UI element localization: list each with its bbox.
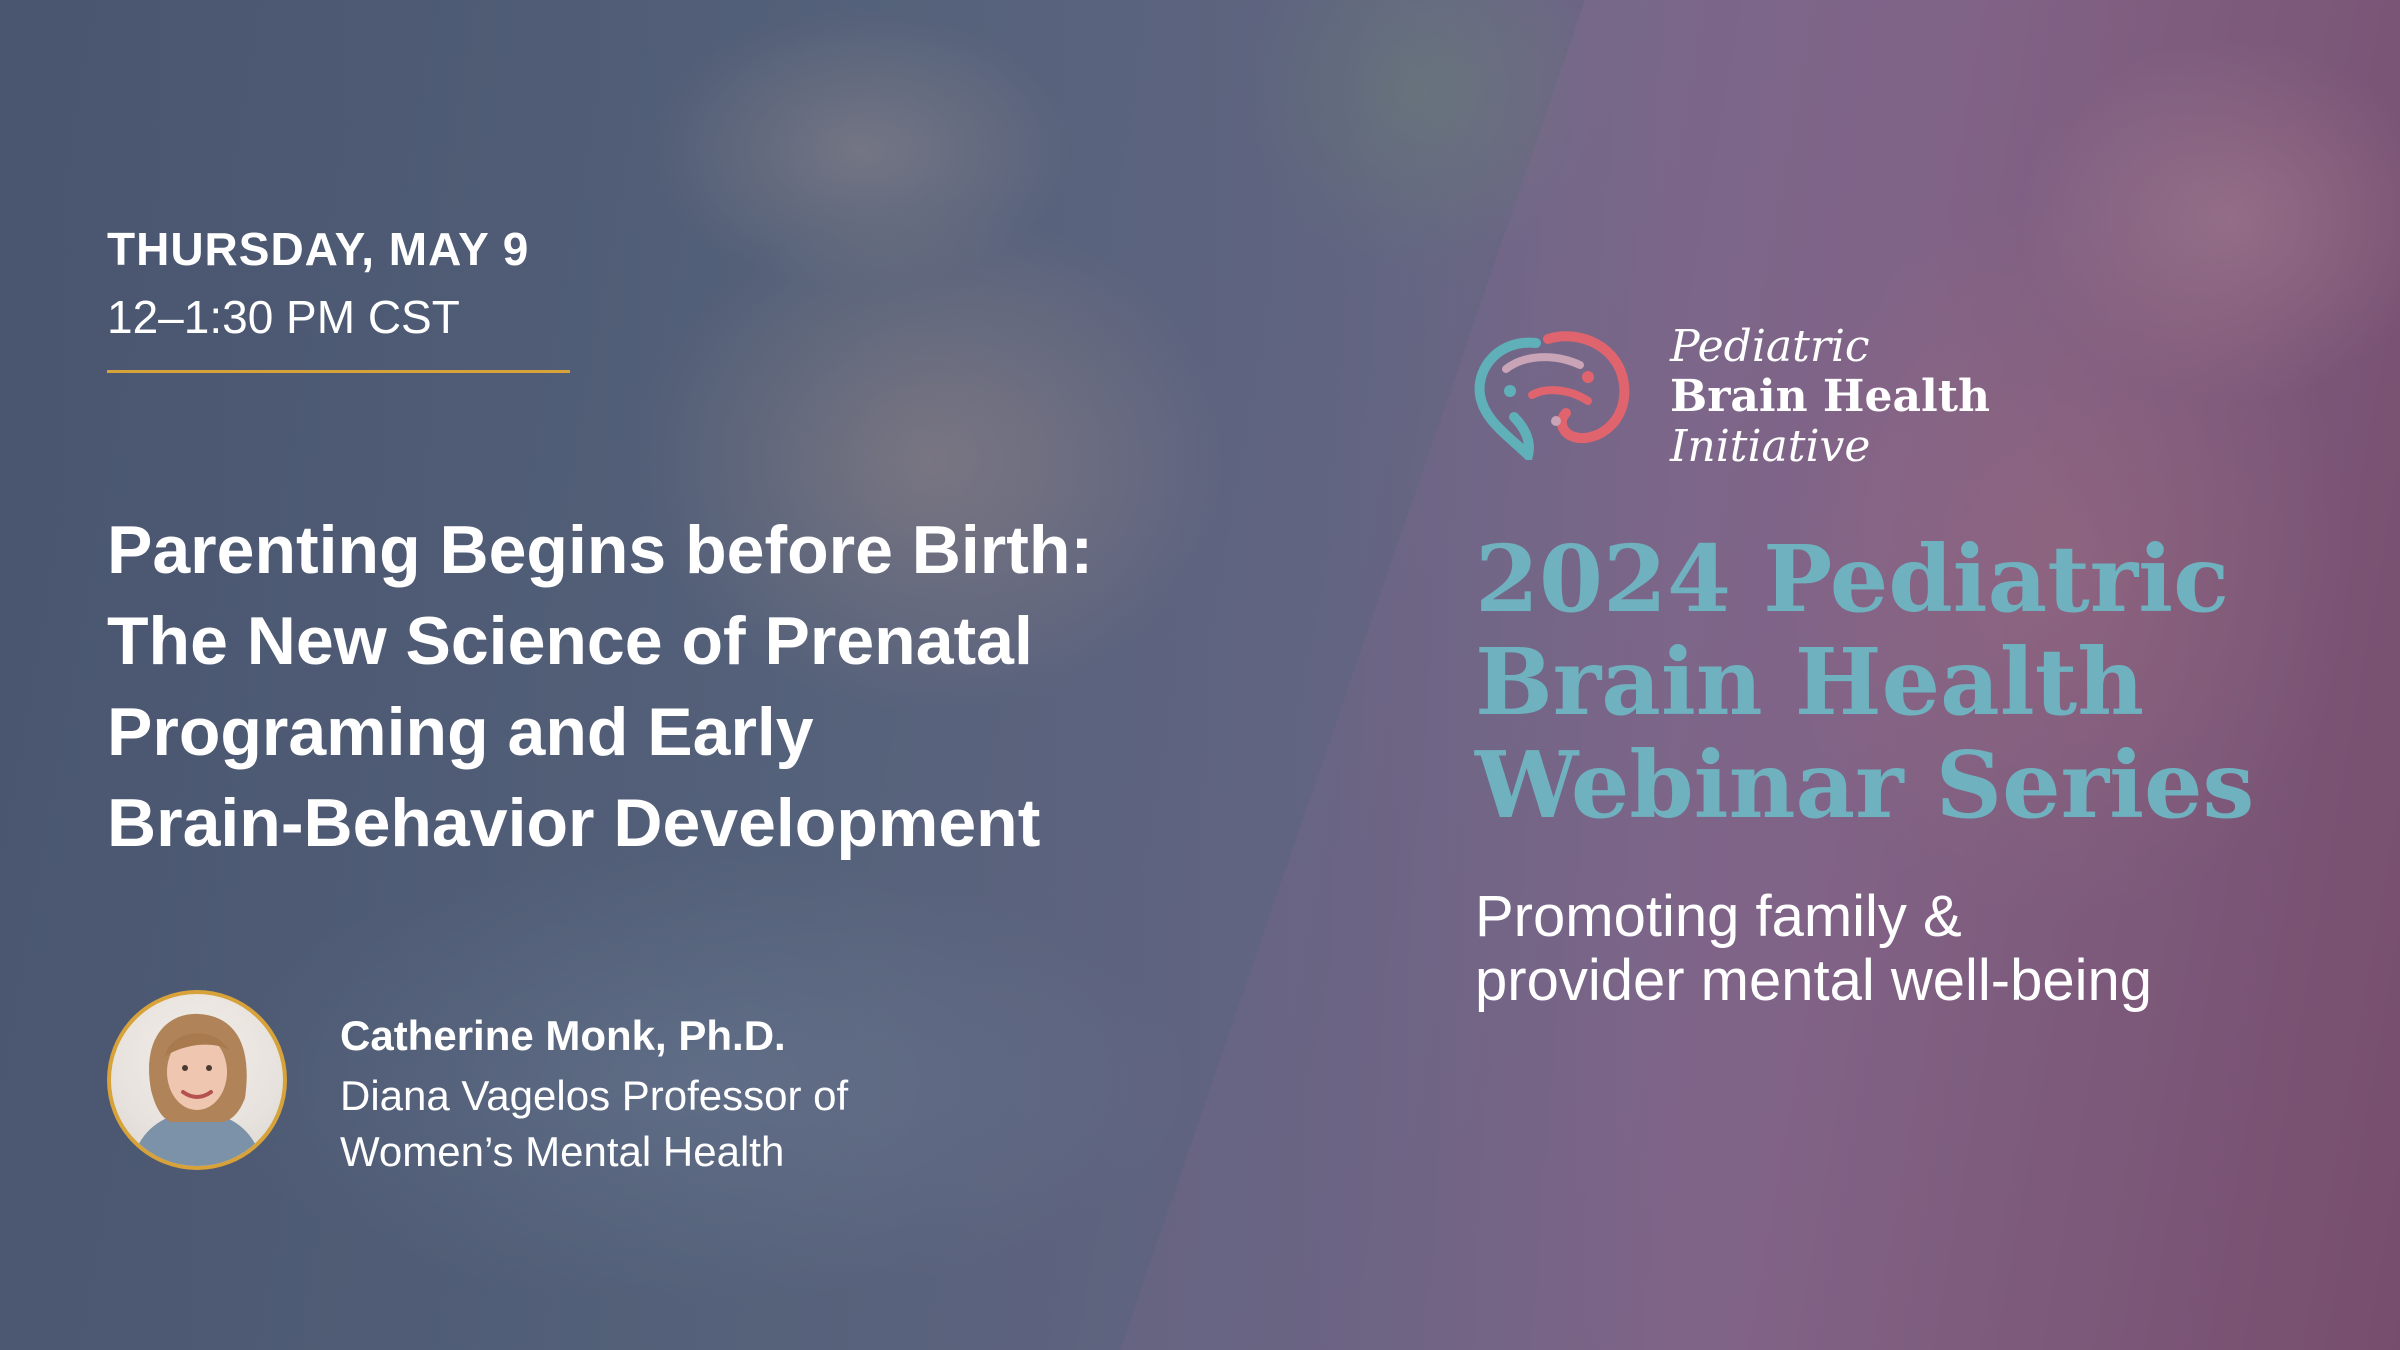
webinar-title-line: Parenting Begins before Birth: <box>107 512 1094 588</box>
event-date: THURSDAY, MAY 9 <box>107 223 530 275</box>
series-title: 2024 Pediatric Brain Health Webinar Seri… <box>1475 528 2355 837</box>
organization-name-line: Pediatric <box>1670 321 1870 372</box>
webinar-title: Parenting Begins before Birth: The New S… <box>107 505 1287 869</box>
series-tagline-line: provider mental well-being <box>1475 948 2152 1013</box>
webinar-title-line: Programing and Early <box>107 694 814 770</box>
brain-logo-icon <box>1474 331 1630 460</box>
series-tagline: Promoting family & provider mental well-… <box>1475 885 2335 1013</box>
webinar-title-line: Brain-Behavior Development <box>107 785 1041 861</box>
gold-divider <box>107 370 570 373</box>
series-title-line: Webinar Series <box>1475 731 2255 839</box>
organization-name-line: Brain Health <box>1670 371 1991 422</box>
speaker-name: Catherine Monk, Ph.D. <box>340 1012 786 1059</box>
series-title-line: Brain Health <box>1475 628 2145 736</box>
organization-name: Pediatric Brain Health Initiative <box>1670 322 1990 472</box>
series-tagline-line: Promoting family & <box>1475 884 1962 949</box>
webinar-banner: THURSDAY, MAY 9 12–1:30 PM CST Parenting… <box>0 0 2400 1350</box>
speaker-portrait <box>131 1013 263 1166</box>
speaker-title-line: Diana Vagelos Professor of <box>340 1072 849 1119</box>
speaker-title: Diana Vagelos Professor of Women’s Menta… <box>340 1068 980 1180</box>
event-time: 12–1:30 PM CST <box>107 291 460 343</box>
speaker-avatar <box>107 990 287 1170</box>
speaker-title-line: Women’s Mental Health <box>340 1128 785 1175</box>
webinar-title-line: The New Science of Prenatal <box>107 603 1033 679</box>
series-title-line: 2024 Pediatric <box>1475 525 2230 633</box>
organization-name-line: Initiative <box>1670 421 1871 472</box>
